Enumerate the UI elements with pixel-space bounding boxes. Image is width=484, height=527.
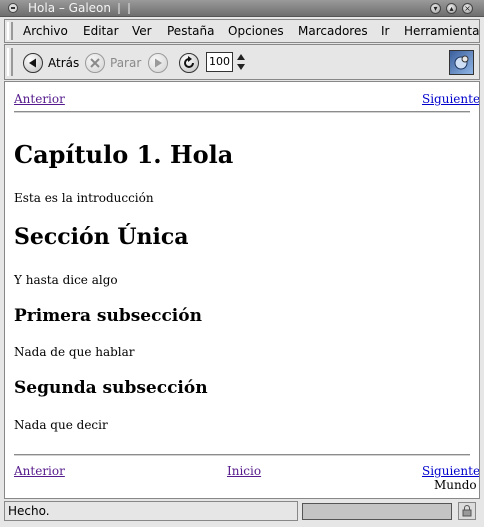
globe-gear-icon [454, 55, 469, 70]
status-text: Hecho. [4, 501, 298, 521]
forward-button[interactable] [148, 53, 168, 73]
stop-label[interactable]: Parar [110, 55, 141, 71]
zoom-input[interactable]: 100 [206, 52, 233, 72]
forward-arrow-icon [155, 58, 162, 68]
bottom-divider [14, 454, 470, 456]
menu-ir[interactable]: Ir [381, 23, 389, 39]
back-button[interactable] [23, 53, 43, 73]
galeon-throbber-icon[interactable] [449, 50, 474, 75]
intro-paragraph: Esta es la introducción [14, 191, 154, 205]
toolbar-handle[interactable] [7, 48, 13, 76]
top-divider [14, 111, 470, 113]
back-arrow-icon [29, 58, 36, 68]
menu-ver[interactable]: Ver [132, 23, 152, 39]
subsection-1-paragraph: Nada de que hablar [14, 345, 135, 359]
menu-bar: Archivo Editar Ver Pestaña Opciones Marc… [4, 19, 480, 43]
top-next-link[interactable]: Siguiente [422, 92, 479, 106]
window-title: Hola – Galeon [28, 1, 111, 15]
navigation-toolbar: Atrás Parar 100 [4, 44, 480, 80]
menu-herramientas[interactable]: Herramientas [404, 23, 479, 39]
subsection-2-paragraph: Nada que decir [14, 418, 108, 432]
stop-button[interactable] [85, 53, 105, 73]
top-prev-link[interactable]: Anterior [14, 92, 65, 106]
titlebar-grip [118, 3, 130, 14]
maximize-icon[interactable]: ▴ [446, 3, 457, 14]
menu-editar[interactable]: Editar [83, 23, 119, 39]
subsection-1-title: Primera subsección [14, 306, 202, 326]
window-titlebar[interactable]: Hola – Galeon ▾ ▴ × [0, 0, 484, 17]
back-label[interactable]: Atrás [48, 55, 79, 71]
menu-opciones[interactable]: Opciones [228, 23, 284, 39]
zoom-spin-arrows-icon[interactable] [236, 52, 246, 72]
progress-bar [302, 503, 452, 520]
chapter-title: Capítulo 1. Hola [14, 140, 234, 169]
menu-archivo[interactable]: Archivo [23, 23, 68, 39]
page-content[interactable]: Anterior Siguiente Capítulo 1. Hola Esta… [4, 81, 480, 499]
minimize-icon[interactable]: ▾ [430, 3, 441, 14]
bottom-home-link[interactable]: Inicio [227, 464, 261, 478]
stop-x-icon [90, 58, 100, 68]
window-menu-icon[interactable] [8, 3, 18, 13]
subsection-2-title: Segunda subsección [14, 378, 208, 398]
status-bar: Hecho. [4, 501, 480, 523]
bottom-prev-link[interactable]: Anterior [14, 464, 65, 478]
menu-pestana[interactable]: Pestaña [167, 23, 214, 39]
section-paragraph: Y hasta dice algo [14, 273, 118, 287]
menu-marcadores[interactable]: Marcadores [298, 23, 368, 39]
section-title: Sección Única [14, 224, 189, 250]
reload-icon [184, 56, 194, 68]
close-icon[interactable]: × [462, 3, 473, 14]
bottom-next-link[interactable]: Siguiente [422, 464, 479, 478]
reload-button[interactable] [179, 53, 199, 73]
next-page-title: Mundo [434, 478, 477, 492]
menubar-handle[interactable] [7, 22, 13, 40]
security-lock-icon[interactable] [458, 502, 476, 520]
